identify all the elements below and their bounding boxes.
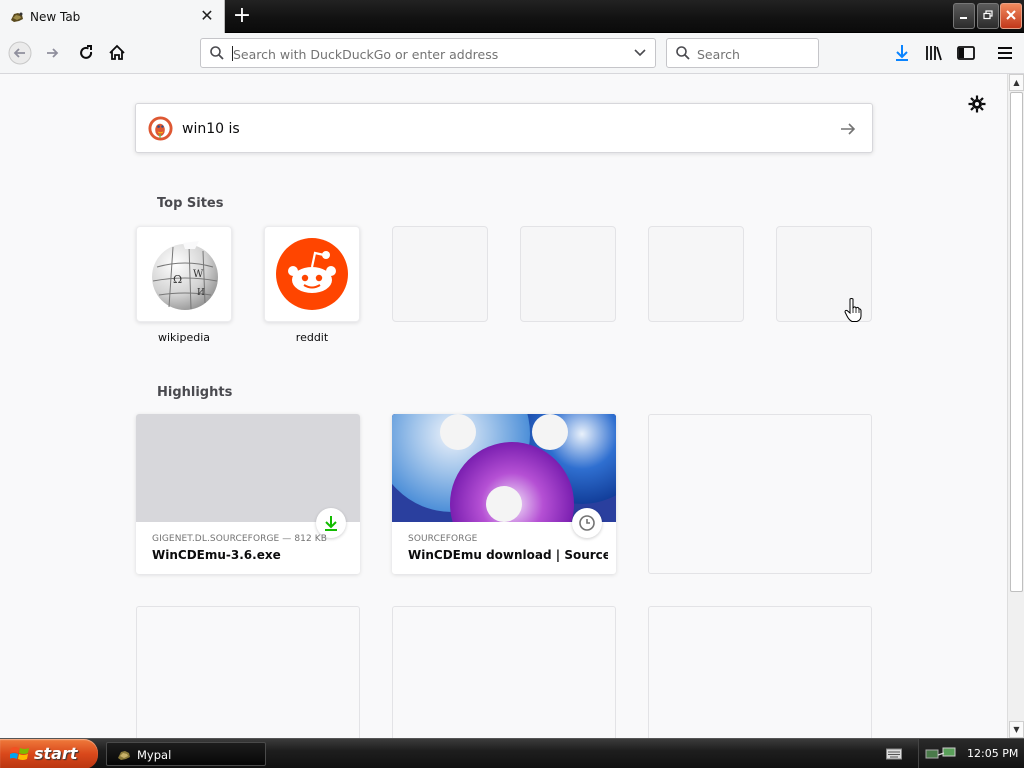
svg-text:И: И — [197, 288, 205, 298]
top-site-placeholder — [520, 226, 616, 322]
mypal-favicon-icon — [11, 12, 23, 22]
highlight-badge — [572, 508, 602, 538]
start-label: start — [34, 744, 78, 763]
new-tab-page: win10 is Top Sites Ω W И wikipedia reddi… — [0, 74, 1007, 738]
top-site-label[interactable]: wikipedia — [136, 331, 232, 344]
highlight-context: GIGENET.DL.SOURCEFORGE — 812 KB — [152, 534, 328, 544]
taskbar-item-label: Mypal — [137, 748, 172, 762]
download-icon[interactable] — [890, 41, 914, 65]
mypal-app-icon — [118, 751, 130, 760]
tab-new-tab[interactable]: New Tab ✕ — [0, 0, 225, 34]
scroll-up-arrow-icon[interactable]: ▲ — [1009, 74, 1024, 91]
top-site-tile-wikipedia[interactable]: Ω W И — [136, 226, 232, 322]
keyboard-icon[interactable] — [886, 748, 902, 760]
vertical-scrollbar[interactable]: ▲ ▼ — [1007, 74, 1024, 738]
taskbar: start Mypal 12:05 PM — [0, 738, 1024, 768]
navigation-toolbar — [0, 33, 1024, 74]
highlights-heading: Highlights — [157, 385, 233, 400]
forward-arrow-icon[interactable] — [41, 41, 65, 65]
reload-icon[interactable] — [74, 41, 98, 65]
highlight-preview-image — [136, 414, 360, 522]
svg-text:Ω: Ω — [173, 273, 182, 286]
top-site-placeholder — [392, 226, 488, 322]
arrow-right-icon[interactable] — [838, 119, 858, 139]
highlight-preview-image — [392, 414, 616, 522]
hamburger-menu-icon[interactable] — [993, 41, 1017, 65]
top-site-label[interactable]: reddit — [264, 331, 360, 344]
system-tray: 12:05 PM — [918, 739, 1024, 768]
url-input[interactable] — [233, 45, 613, 63]
tab-close-icon[interactable]: ✕ — [200, 8, 214, 24]
gear-icon[interactable] — [967, 94, 987, 114]
library-icon[interactable] — [922, 41, 946, 65]
network-icon[interactable] — [925, 746, 959, 762]
highlight-card-download[interactable]: GIGENET.DL.SOURCEFORGE — 812 KB WinCDEmu… — [136, 414, 360, 574]
window-minimize-button[interactable] — [953, 3, 975, 29]
taskbar-item-mypal[interactable]: Mypal — [106, 742, 266, 766]
highlight-placeholder — [392, 606, 616, 738]
highlight-placeholder — [136, 606, 360, 738]
hand-cursor-icon — [844, 298, 862, 322]
search-icon — [676, 46, 690, 60]
scroll-down-arrow-icon[interactable]: ▼ — [1009, 721, 1024, 738]
svg-text:W: W — [193, 269, 204, 280]
top-site-tile-reddit[interactable] — [264, 226, 360, 322]
clock[interactable]: 12:05 PM — [967, 747, 1018, 760]
search-query-text: win10 is — [182, 121, 240, 137]
close-icon — [1006, 10, 1016, 20]
window-close-button[interactable] — [1000, 3, 1022, 29]
window-restore-button[interactable] — [977, 3, 999, 29]
duckduckgo-search-box[interactable]: win10 is — [135, 103, 873, 153]
search-input[interactable] — [697, 45, 812, 63]
duckduckgo-logo-icon — [148, 116, 173, 141]
reddit-logo-icon — [276, 238, 348, 310]
highlight-title: WinCDEmu-3.6.exe — [152, 548, 281, 562]
scrollbar-thumb[interactable] — [1010, 92, 1023, 592]
new-tab-plus-icon[interactable]: + — [232, 5, 252, 27]
minimize-icon — [960, 17, 967, 19]
chevron-down-icon[interactable] — [633, 47, 647, 59]
top-sites-heading: Top Sites — [157, 196, 224, 211]
url-bar[interactable] — [200, 38, 656, 68]
tab-strip: New Tab ✕ + — [0, 0, 1024, 34]
search-icon — [210, 46, 224, 60]
highlight-placeholder — [648, 414, 872, 574]
highlight-placeholder — [648, 606, 872, 738]
highlight-title: WinCDEmu download | SourceFo... — [408, 548, 608, 562]
home-icon[interactable] — [105, 41, 129, 65]
clock-icon — [579, 515, 595, 531]
windows-logo-icon — [10, 747, 29, 760]
highlight-context: SOURCEFORGE — [408, 534, 478, 544]
start-button[interactable]: start — [0, 739, 98, 768]
restore-icon — [983, 10, 993, 20]
search-bar[interactable] — [666, 38, 819, 68]
back-arrow-icon[interactable] — [8, 41, 32, 65]
tab-title: New Tab — [30, 10, 81, 24]
wikipedia-logo-icon: Ω W И — [152, 241, 218, 310]
sidebar-icon[interactable] — [954, 41, 978, 65]
top-site-placeholder — [648, 226, 744, 322]
highlight-card-visited[interactable]: SOURCEFORGE WinCDEmu download | SourceFo… — [392, 414, 616, 574]
